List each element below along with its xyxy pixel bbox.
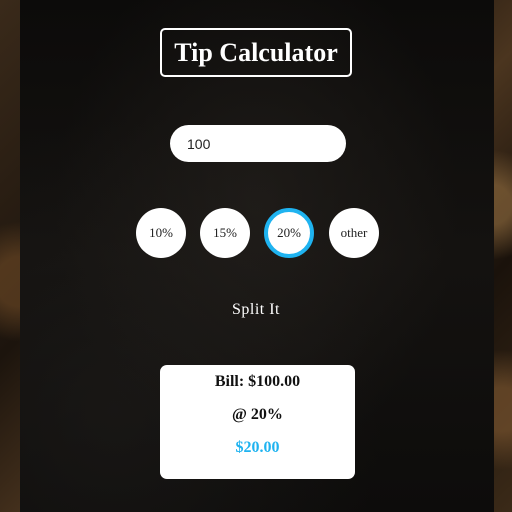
split-it-button[interactable]: Split It <box>0 301 512 319</box>
tip-other-button[interactable]: other <box>329 208 379 258</box>
tip-10-button[interactable]: 10% <box>136 208 186 258</box>
result-card: Bill: $100.00 @ 20% $20.00 <box>160 365 355 479</box>
result-tip-amount: $20.00 <box>235 439 280 456</box>
tip-20-button[interactable]: 20% <box>264 208 314 258</box>
result-percent-text: @ 20% <box>232 406 283 423</box>
result-bill-text: Bill: $100.00 <box>214 373 301 390</box>
page-title: Tip Calculator <box>160 28 352 77</box>
tip-15-button[interactable]: 15% <box>200 208 250 258</box>
app-background: Tip Calculator 10% 15% 20% other Split I… <box>0 0 512 512</box>
bill-amount-input[interactable] <box>170 125 346 162</box>
